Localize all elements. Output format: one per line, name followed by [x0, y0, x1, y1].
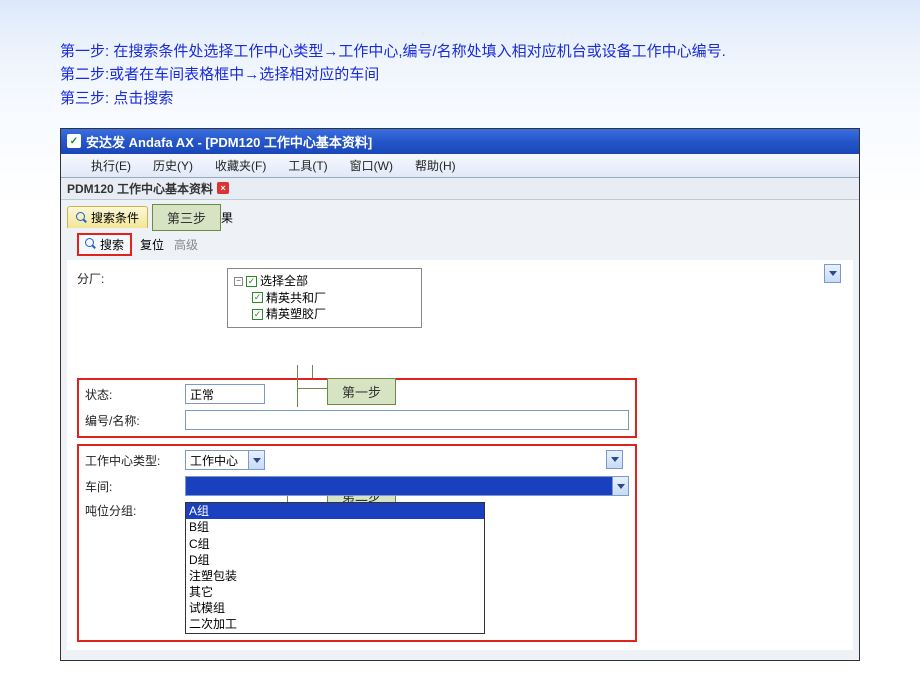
search-panel: 搜索条件 第三步 果 搜索 复位 高级 分厂:	[61, 200, 859, 660]
ton-group-label: 吨位分组:	[85, 502, 185, 519]
tab-search-conditions[interactable]: 搜索条件	[67, 206, 148, 228]
wc-type-value: 工作中心	[186, 452, 248, 469]
leader-line	[297, 365, 298, 407]
search-button-label: 搜索	[100, 236, 124, 253]
step3-label: 第三步:	[60, 90, 109, 107]
list-item[interactable]: A组	[186, 503, 484, 519]
factory-label: 分厂:	[77, 268, 167, 287]
menu-history[interactable]: 历史(Y)	[153, 157, 193, 174]
wc-type-label: 工作中心类型:	[85, 452, 185, 469]
row-code-name: 编号/名称:	[85, 410, 629, 430]
step1-label: 第一步:	[60, 43, 109, 60]
wc-type-combo[interactable]: 工作中心	[185, 450, 265, 470]
step2-text-b: 选择相对应的车间	[259, 66, 379, 83]
document-tab-title: PDM120 工作中心基本资料	[67, 180, 213, 197]
app-window: ✓ 安达发 Andafa AX - [PDM120 工作中心基本资料] 执行(E…	[60, 128, 860, 661]
list-item[interactable]: 注塑包装	[186, 568, 484, 584]
menu-favorites[interactable]: 收藏夹(F)	[215, 157, 266, 174]
code-name-label: 编号/名称:	[85, 412, 185, 429]
tree-root-label: 选择全部	[260, 273, 308, 290]
step1-text-a: 在搜索条件处选择工作中心类型	[109, 43, 323, 60]
ton-group-listbox[interactable]: A组 B组 C组 D组 注塑包装 其它 试模组 二次加工	[185, 502, 485, 634]
row-ton-group: 吨位分组: A组 B组 C组 D组 注塑包装 其它 试模组 二次加工	[85, 502, 629, 634]
row-workshop: 车间:	[85, 476, 629, 496]
status-combo[interactable]: 正常	[185, 384, 265, 404]
workshop-label: 车间:	[85, 478, 185, 495]
menu-execute[interactable]: 执行(E)	[91, 157, 131, 174]
callout-step1: 第一步	[327, 378, 396, 405]
instructions-block: 第一步: 在搜索条件处选择工作中心类型→工作中心,编号/名称处填入相对应机台或设…	[60, 40, 860, 110]
callout-step3-label: 第三步	[167, 211, 206, 226]
step2-text-a: 或者在车间表格框中	[109, 66, 244, 83]
tabs-row: 搜索条件 第三步 果	[61, 200, 859, 231]
chevron-down-icon	[606, 450, 623, 469]
menu-window[interactable]: 窗口(W)	[350, 157, 393, 174]
chevron-down-icon	[824, 264, 841, 283]
chevron-down-icon	[248, 451, 264, 469]
instruction-line-1: 第一步: 在搜索条件处选择工作中心类型→工作中心,编号/名称处填入相对应机台或设…	[60, 40, 860, 63]
window-title: 安达发 Andafa AX - [PDM120 工作中心基本资料]	[86, 132, 372, 151]
document-tab[interactable]: PDM120 工作中心基本资料 ×	[61, 178, 859, 200]
titlebar: ✓ 安达发 Andafa AX - [PDM120 工作中心基本资料]	[61, 129, 859, 154]
row-wc-type: 工作中心类型: 工作中心	[85, 450, 629, 470]
list-item[interactable]: 其它	[186, 584, 484, 600]
callout-step1-label: 第一步	[342, 385, 381, 400]
list-item[interactable]: D组	[186, 552, 484, 568]
search-icon	[85, 238, 97, 250]
checkbox-icon[interactable]: ✓	[252, 292, 263, 303]
instruction-line-3: 第三步: 点击搜索	[60, 87, 860, 110]
status-label: 状态:	[85, 386, 185, 403]
form-area: 分厂: − ✓ 选择全部 ✓ 精英共和厂 ✓	[67, 260, 853, 650]
leader-line	[312, 365, 313, 378]
step3-text: 点击搜索	[109, 90, 173, 107]
menu-tools[interactable]: 工具(T)	[288, 157, 327, 174]
tree-child-2[interactable]: ✓ 精英塑胶厂	[252, 306, 415, 323]
reset-button[interactable]: 复位	[140, 236, 164, 253]
advanced-button[interactable]: 高级	[174, 236, 198, 253]
workshop-combo[interactable]	[185, 476, 629, 496]
close-icon[interactable]: ×	[217, 182, 229, 194]
group-step2: 工作中心类型: 工作中心 车间:	[77, 444, 637, 642]
search-icon	[76, 212, 88, 224]
status-value: 正常	[186, 386, 264, 403]
tab-results-suffix: 果	[221, 209, 233, 226]
list-item[interactable]: 二次加工	[186, 616, 484, 632]
arrow-icon: →	[244, 66, 259, 83]
chevron-down-icon	[612, 477, 628, 495]
menu-help[interactable]: 帮助(H)	[415, 157, 456, 174]
tree-child-1-label: 精英共和厂	[266, 290, 326, 307]
collapse-icon[interactable]: −	[234, 277, 243, 286]
checkbox-icon[interactable]: ✓	[246, 276, 257, 287]
step2-label: 第二步:	[60, 66, 109, 83]
callout-step3: 第三步	[152, 204, 221, 231]
workshop-value	[186, 479, 612, 493]
tree-child-1[interactable]: ✓ 精英共和厂	[252, 290, 415, 307]
checkbox-icon[interactable]: ✓	[252, 309, 263, 320]
factory-tree[interactable]: − ✓ 选择全部 ✓ 精英共和厂 ✓ 精英塑胶厂	[227, 268, 422, 328]
search-button[interactable]: 搜索	[77, 233, 132, 256]
status-dropdown-far[interactable]	[824, 264, 841, 283]
list-item[interactable]: 试模组	[186, 600, 484, 616]
tab-search-conditions-label: 搜索条件	[91, 209, 139, 226]
tree-root[interactable]: − ✓ 选择全部	[234, 273, 415, 290]
slide: 第一步: 在搜索条件处选择工作中心类型→工作中心,编号/名称处填入相对应机台或设…	[0, 0, 920, 690]
toolbar: 搜索 复位 高级	[61, 231, 859, 260]
arrow-icon: →	[323, 43, 338, 60]
list-item[interactable]: C组	[186, 536, 484, 552]
menubar: 执行(E) 历史(Y) 收藏夹(F) 工具(T) 窗口(W) 帮助(H)	[61, 154, 859, 178]
list-item[interactable]: B组	[186, 519, 484, 535]
tree-child-2-label: 精英塑胶厂	[266, 306, 326, 323]
code-name-input[interactable]	[185, 410, 629, 430]
app-icon: ✓	[67, 134, 81, 148]
row-factory: 分厂: − ✓ 选择全部 ✓ 精英共和厂 ✓	[77, 268, 843, 328]
leader-line	[297, 388, 327, 389]
instruction-line-2: 第二步:或者在车间表格框中→选择相对应的车间	[60, 63, 860, 86]
step1-text-b: 工作中心,编号/名称处填入相对应机台或设备工作中心编号.	[338, 43, 726, 60]
wc-type-dropdown-far[interactable]	[606, 450, 623, 469]
